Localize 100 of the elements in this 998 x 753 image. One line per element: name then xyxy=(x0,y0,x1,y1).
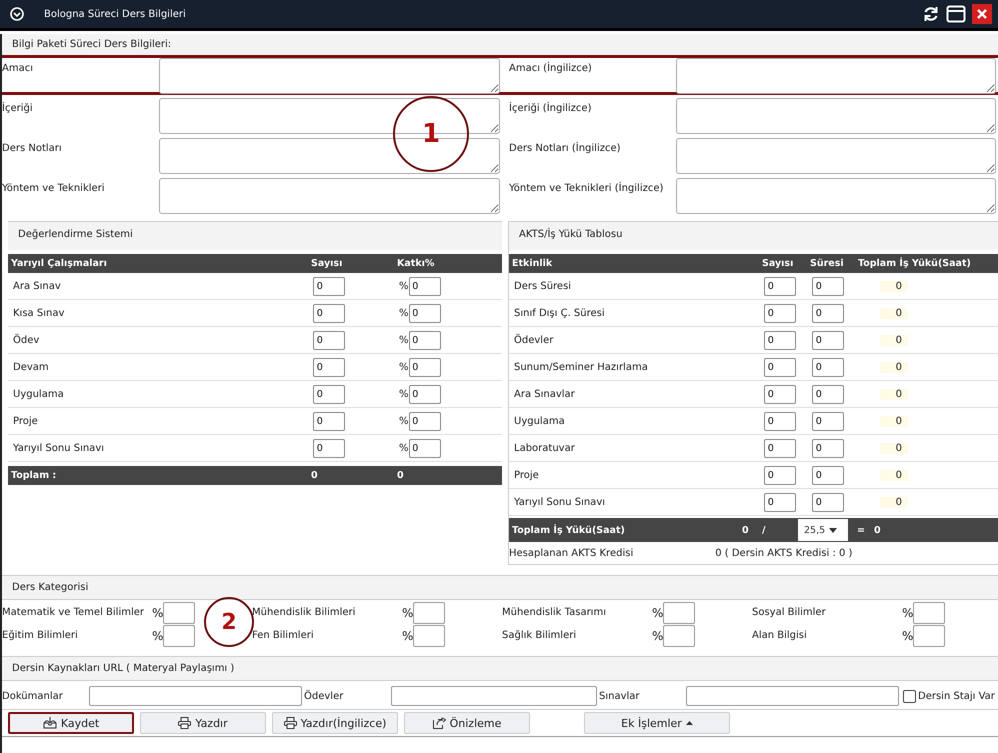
column-header: Süresi xyxy=(810,258,845,269)
window-title: Bologna Süreci Ders Bilgileri xyxy=(44,8,186,20)
count-input[interactable]: 0 xyxy=(313,358,345,376)
percent-sign: % xyxy=(399,308,409,318)
total-value: 0 xyxy=(880,496,908,508)
total-value: 0 xyxy=(880,334,908,346)
percent-input[interactable]: 0 xyxy=(408,438,441,458)
row-label: Ara Sınav xyxy=(13,280,62,292)
caret-icon xyxy=(686,721,693,725)
divisor-dropdown[interactable]: 25,5 xyxy=(798,519,848,541)
column-header: Sayısı xyxy=(762,258,794,269)
close-icon[interactable] xyxy=(972,4,992,24)
count-input[interactable]: 0 xyxy=(313,330,345,350)
row-label: Sunum/Seminer Hazırlama xyxy=(514,362,649,372)
percent-input[interactable]: 0 xyxy=(408,330,441,350)
row-label: Ara Sınavlar xyxy=(514,388,576,400)
field-label: Yöntem ve Teknikleri xyxy=(2,182,106,194)
percent-input[interactable] xyxy=(163,602,196,624)
count-input[interactable]: 0 xyxy=(313,276,345,296)
field-label: Ders Notları (İngilizce) xyxy=(508,140,622,154)
percent-input[interactable]: 0 xyxy=(408,304,441,322)
action-button[interactable]: Önizleme xyxy=(404,712,530,734)
collapse-icon[interactable] xyxy=(10,7,24,21)
duration-input[interactable]: 0 xyxy=(812,358,844,376)
count-input[interactable]: 0 xyxy=(764,466,796,484)
category-label: Mühendislik Bilimleri xyxy=(252,607,356,618)
row-label: Ders Süresi xyxy=(514,280,572,292)
percent-input[interactable] xyxy=(663,624,696,646)
section-title: Dersin Kaynakları URL ( Materyal Paylaşımı ) xyxy=(2,656,998,681)
duration-input[interactable]: 0 xyxy=(812,384,844,404)
row-label: Yarıyıl Sonu Sınavı xyxy=(514,496,606,508)
percent-sign: % xyxy=(402,606,414,620)
percent-input[interactable]: 0 xyxy=(408,412,441,430)
column-header: Yarıyıl Çalışmaları xyxy=(11,258,108,269)
count-input[interactable]: 0 xyxy=(764,304,796,322)
row-label: Yarıyıl Sonu Sınavı xyxy=(13,442,106,454)
percent-sign: % xyxy=(652,606,664,620)
count-input[interactable]: 0 xyxy=(313,304,345,322)
duration-input[interactable]: 0 xyxy=(812,304,844,322)
url-input[interactable] xyxy=(686,686,899,706)
percent-input[interactable] xyxy=(663,602,696,624)
count-input[interactable]: 0 xyxy=(764,330,796,350)
row-label: Proje xyxy=(13,416,39,426)
category-label: Sosyal Bilimler xyxy=(752,607,827,618)
percent-input[interactable]: 0 xyxy=(408,276,441,296)
category-label: Fen Bilimleri xyxy=(252,630,315,641)
column-header: Sayısı xyxy=(311,258,344,269)
percent-input[interactable] xyxy=(163,624,196,646)
count-input[interactable]: 0 xyxy=(764,384,796,404)
percent-sign: % xyxy=(152,606,164,620)
total-value: 0 xyxy=(880,362,908,372)
duration-input[interactable]: 0 xyxy=(812,412,844,430)
count-input[interactable]: 0 xyxy=(313,412,345,430)
url-input[interactable] xyxy=(89,686,302,706)
duration-input[interactable]: 0 xyxy=(812,466,844,484)
action-button[interactable]: Yazdır xyxy=(140,712,266,734)
duration-input[interactable]: 0 xyxy=(812,438,844,458)
section-title: Ders Kategorisi xyxy=(2,575,998,600)
action-button[interactable]: Ek İşlemler xyxy=(584,712,730,734)
window-icon[interactable] xyxy=(946,5,966,23)
category-label: Mühendislik Tasarımı xyxy=(502,607,607,618)
field-label: Amacı (İngilizce) xyxy=(508,60,593,74)
percent-sign: % xyxy=(399,280,409,292)
percent-input[interactable]: 0 xyxy=(408,384,441,404)
credit-value: 0 ( Dersin AKTS Kredisi : 0 ) xyxy=(715,548,852,558)
total-value: 0 xyxy=(880,442,908,454)
percent-input[interactable] xyxy=(913,624,946,646)
equals-sign: = xyxy=(856,524,866,536)
count-input[interactable]: 0 xyxy=(764,438,796,458)
count-input[interactable]: 0 xyxy=(764,358,796,376)
field-label: İçeriği xyxy=(2,100,34,114)
action-button[interactable]: Yazdır(İngilizce) xyxy=(272,712,398,734)
count-input[interactable]: 0 xyxy=(764,276,796,296)
printer-icon xyxy=(178,717,192,729)
category-label: Eğitim Bilimleri xyxy=(2,630,79,641)
count-input[interactable]: 0 xyxy=(764,492,796,512)
duration-input[interactable]: 0 xyxy=(812,330,844,350)
percent-input[interactable] xyxy=(413,602,446,624)
url-input[interactable] xyxy=(391,686,597,706)
count-input[interactable]: 0 xyxy=(313,384,345,404)
category-label: Matematik ve Temel Bilimler xyxy=(2,607,146,618)
action-button[interactable]: Kaydet xyxy=(8,712,134,734)
inbox-icon xyxy=(42,717,57,729)
count-input[interactable]: 0 xyxy=(313,438,345,458)
callout-circle: 2 xyxy=(204,597,254,647)
row-label: Sınıf Dışı Ç. Süresi xyxy=(514,308,606,318)
checkbox[interactable] xyxy=(903,690,916,702)
refresh-icon[interactable] xyxy=(922,5,940,23)
count-input[interactable]: 0 xyxy=(764,412,796,430)
duration-input[interactable]: 0 xyxy=(812,492,844,512)
row-label: Ödevler xyxy=(514,334,554,346)
callout-circle: 1 xyxy=(393,96,469,172)
duration-input[interactable]: 0 xyxy=(812,276,844,296)
column-header: Katkı% xyxy=(397,258,436,269)
credit-label: Hesaplanan AKTS Kredisi xyxy=(509,548,634,558)
percent-sign: % xyxy=(152,628,164,642)
percent-input[interactable] xyxy=(913,602,946,624)
percent-input[interactable] xyxy=(413,624,446,646)
share-icon xyxy=(432,717,446,729)
percent-input[interactable]: 0 xyxy=(408,358,441,376)
